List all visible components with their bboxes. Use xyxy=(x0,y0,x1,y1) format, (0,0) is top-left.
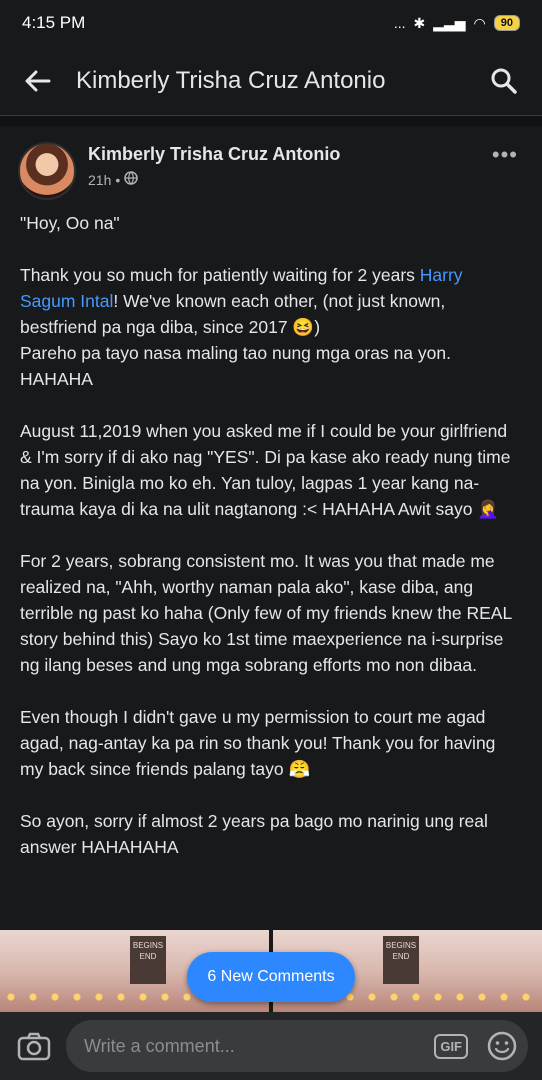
post-meta: Kimberly Trisha Cruz Antonio 21h • xyxy=(88,142,340,188)
section-divider xyxy=(0,116,542,126)
photo-sign: BEGINS END xyxy=(130,936,166,984)
status-time: 4:15 PM xyxy=(22,13,86,32)
post-paragraph: "Hoy, Oo na" xyxy=(20,213,120,233)
gif-button[interactable]: GIF xyxy=(434,1033,468,1059)
post-timestamp[interactable]: 21h xyxy=(88,172,111,188)
post-paragraph: August 11,2019 when you asked me if I co… xyxy=(20,421,511,519)
post-time: 21h • xyxy=(88,171,340,188)
notification-dots-icon: ... xyxy=(393,15,406,31)
author-name[interactable]: Kimberly Trisha Cruz Antonio xyxy=(88,144,340,165)
post-paragraph: For 2 years, sobrang consistent mo. It w… xyxy=(20,551,512,675)
status-icons: ... ✱ ▂▃▅ ◠ 90 xyxy=(394,15,520,32)
post-text: Thank you so much for patiently waiting … xyxy=(20,265,420,285)
post-paragraph: So ayon, sorry if almost 2 years pa bago… xyxy=(20,811,488,857)
signal-icon: ▂▃▅ xyxy=(433,14,466,31)
post-paragraph: Thank you so much for patiently waiting … xyxy=(20,262,522,392)
post-header: Kimberly Trisha Cruz Antonio 21h • ••• xyxy=(0,126,542,210)
arrow-left-icon[interactable] xyxy=(18,61,58,101)
avatar[interactable] xyxy=(18,142,76,200)
comment-input[interactable]: Write a comment... GIF xyxy=(66,1020,528,1072)
page-title: Kimberly Trisha Cruz Antonio xyxy=(76,66,386,94)
more-options-icon[interactable]: ••• xyxy=(492,142,518,168)
camera-icon[interactable] xyxy=(14,1026,54,1066)
photo-sign: BEGINS END xyxy=(383,936,419,984)
wifi-icon: ◠ xyxy=(473,14,486,31)
post-paragraph: Even though I didn't gave u my permissio… xyxy=(20,707,496,779)
post-time-separator: • xyxy=(115,171,121,188)
emoji-icon[interactable] xyxy=(486,1030,518,1062)
new-comments-button[interactable]: 6 New Comments xyxy=(187,952,355,1002)
comment-bar: Write a comment... GIF xyxy=(0,1012,542,1080)
post-body: "Hoy, Oo na" Thank you so much for patie… xyxy=(0,210,542,860)
globe-icon xyxy=(124,171,139,188)
status-bar: 4:15 PM ... ✱ ▂▃▅ ◠ 90 xyxy=(0,0,542,46)
battery-icon: 90 xyxy=(493,15,520,31)
top-bar: Kimberly Trisha Cruz Antonio xyxy=(0,46,542,116)
bluetooth-icon: ✱ xyxy=(413,14,426,31)
comment-placeholder[interactable]: Write a comment... xyxy=(84,1036,434,1057)
search-icon[interactable] xyxy=(484,61,524,101)
